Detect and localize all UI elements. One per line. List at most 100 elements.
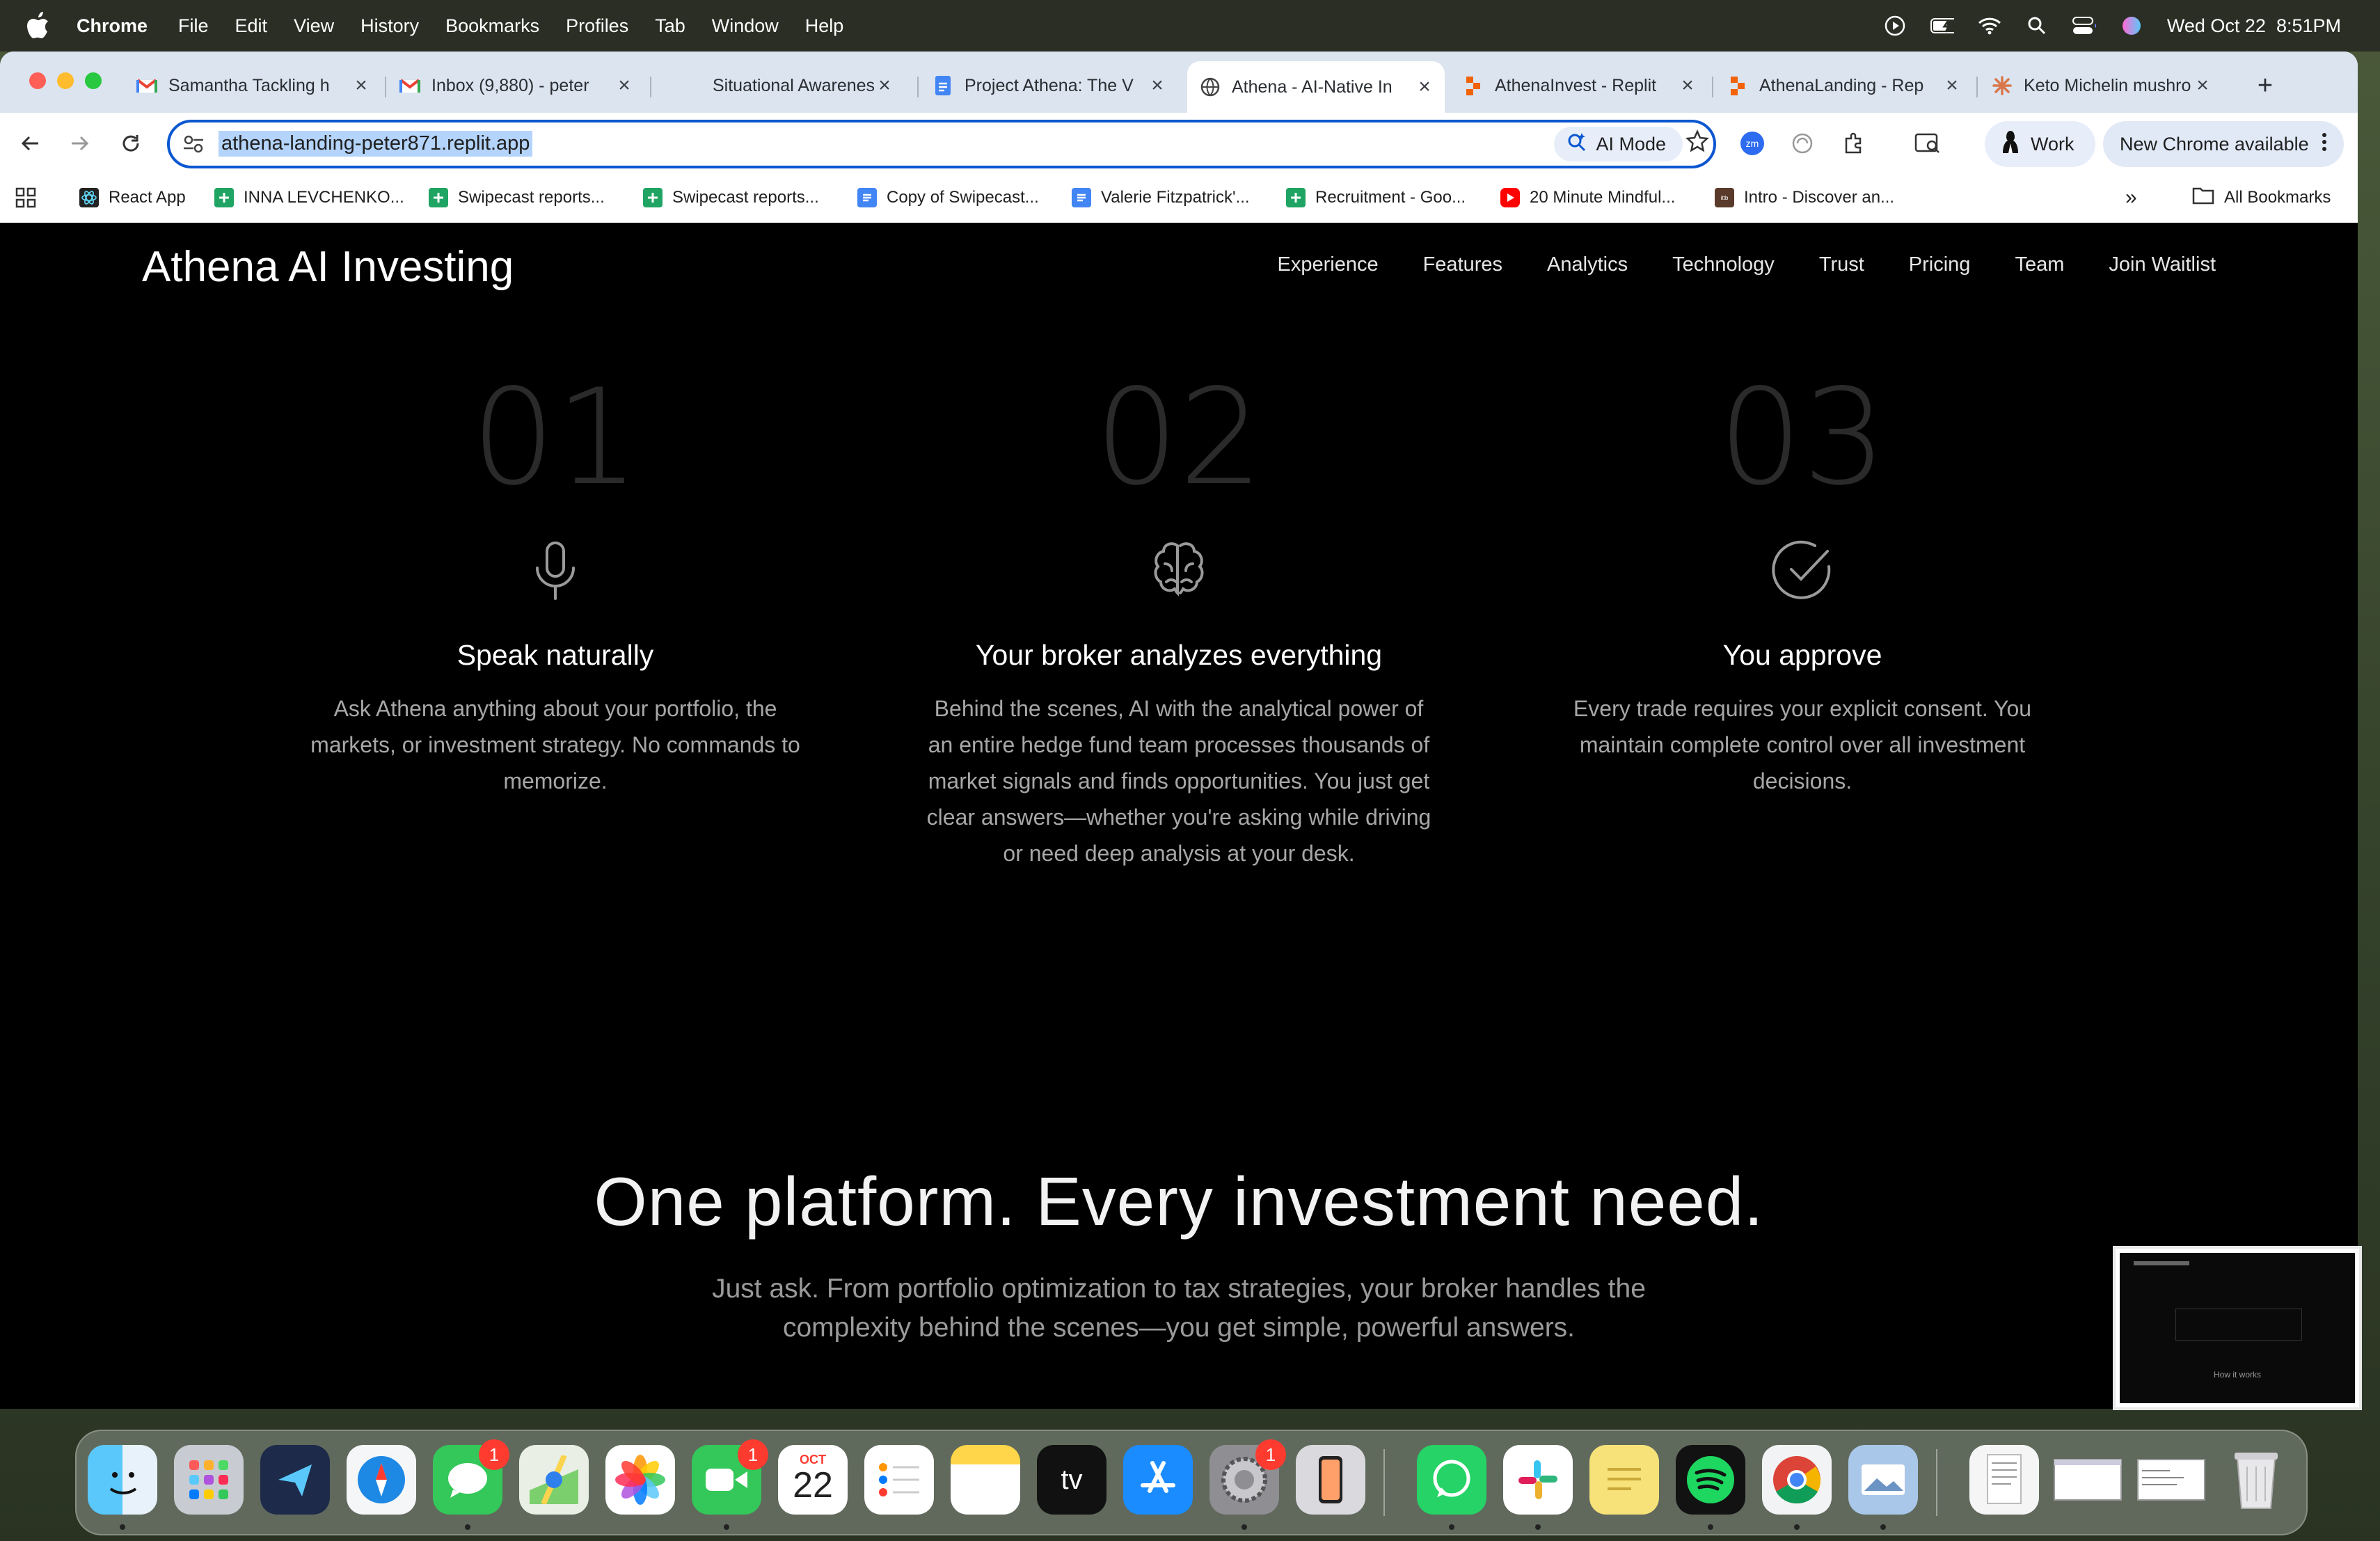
zoom-extension-icon[interactable]: zm [1737, 128, 1768, 159]
facetime-icon[interactable]: 1 [692, 1439, 768, 1515]
tab-project-athena[interactable]: Project Athena: The V × [920, 64, 1177, 107]
menu-window[interactable]: Window [712, 15, 779, 37]
url-text[interactable]: athena-landing-peter871.replit.app [219, 131, 533, 157]
chrome-icon[interactable] [1762, 1445, 1832, 1515]
menu-profiles[interactable]: Profiles [566, 15, 628, 37]
all-bookmarks-button[interactable]: All Bookmarks [2192, 184, 2331, 212]
new-tab-button[interactable]: + [2248, 64, 2283, 107]
tab-search-icon[interactable] [1912, 128, 1943, 159]
preview-app-icon[interactable] [1848, 1445, 1918, 1515]
close-icon[interactable]: × [1147, 74, 1168, 97]
extensions-puzzle-icon[interactable] [1839, 128, 1869, 159]
apple-icon[interactable] [26, 12, 54, 40]
window-thumbnail-icon[interactable] [2136, 1445, 2206, 1515]
search-icon[interactable] [2025, 14, 2049, 38]
menu-history[interactable]: History [360, 15, 419, 37]
apps-grid-icon[interactable] [15, 184, 36, 212]
bookmark-swipecast-1[interactable]: Swipecast reports... [429, 184, 605, 212]
nav-features[interactable]: Features [1423, 253, 1502, 276]
reload-icon[interactable] [116, 128, 146, 159]
photos-icon[interactable] [605, 1445, 675, 1515]
menu-view[interactable]: View [294, 15, 334, 37]
nav-analytics[interactable]: Analytics [1547, 253, 1628, 276]
zoom-window-button[interactable] [85, 72, 102, 89]
bookmark-intro[interactable]: ittb Intro - Discover an... [1715, 184, 1894, 212]
tab-keto[interactable]: Keto Michelin mushro × [1979, 64, 2223, 107]
spotify-icon[interactable] [1676, 1445, 1745, 1515]
play-icon[interactable] [1883, 14, 1907, 38]
launchpad-icon[interactable] [174, 1445, 244, 1515]
address-bar[interactable]: athena-landing-peter871.replit.app AI Mo… [167, 120, 1716, 168]
direct-mail-icon[interactable] [260, 1445, 330, 1515]
close-icon[interactable]: × [1677, 74, 1698, 97]
tab-inbox[interactable]: Inbox (9,880) - peter × [387, 64, 644, 107]
bookmark-copy-swipecast[interactable]: Copy of Swipecast... [857, 184, 1039, 212]
nav-team[interactable]: Team [2015, 253, 2064, 276]
bookmark-swipecast-2[interactable]: Swipecast reports... [643, 184, 819, 212]
menu-tab[interactable]: Tab [655, 15, 685, 37]
window-thumbnail-icon[interactable] [2053, 1445, 2123, 1515]
bookmark-star-icon[interactable] [1685, 129, 1713, 157]
nav-trust[interactable]: Trust [1819, 253, 1864, 276]
tab-athena-active[interactable]: Athena - AI-Native In × [1187, 61, 1445, 113]
window-preview-thumbnail[interactable]: How it works [2113, 1246, 2362, 1410]
finder-icon[interactable] [88, 1445, 157, 1515]
nav-pricing[interactable]: Pricing [1909, 253, 1971, 276]
stickies-icon[interactable] [1589, 1445, 1659, 1515]
close-icon[interactable]: × [874, 74, 895, 97]
control-center-icon[interactable] [2072, 14, 2096, 38]
bookmark-recruitment[interactable]: Recruitment - Goo... [1286, 184, 1466, 212]
reminders-icon[interactable] [864, 1445, 934, 1515]
trash-icon[interactable] [2221, 1445, 2291, 1515]
siri-icon[interactable] [2120, 14, 2143, 38]
close-window-button[interactable] [29, 72, 46, 89]
site-brand[interactable]: Athena AI Investing [142, 242, 514, 292]
extension-sync-icon[interactable] [1787, 128, 1818, 159]
clock[interactable]: Wed Oct 22 8:51PM [2167, 15, 2341, 37]
nav-technology[interactable]: Technology [1672, 253, 1775, 276]
site-settings-icon[interactable] [182, 134, 205, 158]
menu-edit[interactable]: Edit [235, 15, 268, 37]
messages-icon[interactable]: 1 [433, 1439, 509, 1515]
bookmark-inna[interactable]: INNA LEVCHENKO... [214, 184, 404, 212]
bookmark-valerie[interactable]: Valerie Fitzpatrick'... [1072, 184, 1250, 212]
update-chrome-button[interactable]: New Chrome available [2103, 121, 2344, 167]
nav-join-waitlist[interactable]: Join Waitlist [2109, 253, 2216, 276]
close-icon[interactable]: × [1942, 74, 1962, 97]
notes-icon[interactable] [951, 1445, 1020, 1515]
calendar-icon[interactable]: OCT 22 [778, 1445, 848, 1515]
ai-mode-button[interactable]: AI Mode [1554, 127, 1683, 161]
tab-athenainvest[interactable]: AthenaInvest - Replit × [1450, 64, 1708, 107]
menu-help[interactable]: Help [805, 15, 844, 37]
close-icon[interactable]: × [2192, 74, 2213, 97]
forward-icon[interactable] [64, 128, 95, 159]
tab-athenalanding[interactable]: AthenaLanding - Rep × [1715, 64, 1972, 107]
tab-situational[interactable]: Situational Awarenes × [654, 64, 905, 107]
document-stack-icon[interactable] [1969, 1445, 2039, 1515]
more-vertical-icon[interactable] [2322, 132, 2327, 157]
apple-tv-icon[interactable]: tv [1037, 1445, 1106, 1515]
back-icon[interactable] [15, 128, 46, 159]
slack-icon[interactable] [1503, 1445, 1573, 1515]
iphone-mirroring-icon[interactable] [1296, 1445, 1365, 1515]
menu-file[interactable]: File [178, 15, 209, 37]
nav-experience[interactable]: Experience [1278, 253, 1379, 276]
safari-icon[interactable] [347, 1445, 416, 1515]
whatsapp-icon[interactable] [1417, 1445, 1486, 1515]
app-store-icon[interactable] [1123, 1445, 1193, 1515]
close-icon[interactable]: × [614, 74, 635, 97]
more-bookmarks-icon[interactable]: » [2125, 184, 2137, 212]
minimize-window-button[interactable] [57, 72, 74, 89]
menu-bookmarks[interactable]: Bookmarks [445, 15, 539, 37]
close-icon[interactable]: × [351, 74, 372, 97]
wifi-icon[interactable] [1978, 14, 2001, 38]
bookmark-mindful[interactable]: 20 Minute Mindful... [1500, 184, 1675, 212]
menu-app-name[interactable]: Chrome [77, 15, 148, 37]
bookmark-react-app[interactable]: React App [79, 184, 186, 212]
close-icon[interactable]: × [1414, 75, 1435, 99]
system-settings-icon[interactable]: 1 [1209, 1439, 1286, 1515]
battery-icon[interactable] [1930, 14, 1954, 38]
tab-samantha[interactable]: Samantha Tackling h × [124, 64, 381, 107]
maps-icon[interactable] [519, 1445, 589, 1515]
profile-button[interactable]: Work [1985, 121, 2095, 167]
